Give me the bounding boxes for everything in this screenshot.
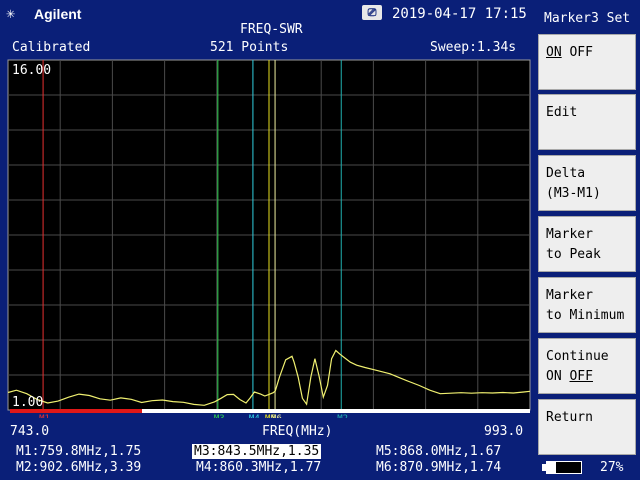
softkey-marker-to-peak[interactable]: Marker to Peak [538,216,636,272]
battery-icon [546,461,582,474]
marker-m4-readout: M4:860.3MHz,1.77 [196,460,322,475]
softkey-return-label: Return [546,410,593,425]
asterisk-logo-icon: ✳ [6,4,16,22]
softkey-to-peak-label: to Peak [546,247,601,262]
marker-label-m6: M6 [271,414,282,418]
softkey-menu-title: Marker3 Set [538,0,640,36]
softkey-delta-sub: (M3-M1) [546,186,601,201]
marker-label-m3: M3 [214,414,225,418]
marker-m3-readout[interactable]: M3:843.5MHz,1.35 [192,444,322,459]
softkey-delta-label: Delta [546,166,586,181]
battery-level [547,462,557,473]
span-bar-left [10,409,142,413]
marker-label-m4: M4 [249,414,260,418]
folder-icon: ⎚ [362,5,382,20]
start-frequency: 743.0 [10,424,50,439]
marker-m5-readout: M5:868.0MHz,1.67 [376,444,502,459]
y-axis-top-label: 16.00 [12,63,51,78]
marker-m1-readout: M1:759.8MHz,1.75 [16,444,142,459]
span-bar-right [142,409,530,413]
softkey-on-label: ON [546,45,562,60]
x-axis-label: FREQ(MHz) [262,424,333,439]
calibration-status: Calibrated [12,40,91,55]
marker-label-m1: M1 [39,414,50,418]
softkey-continue[interactable]: Continue ON OFF [538,338,636,394]
softkey-continue-on: ON [546,369,562,384]
softkey-continue-label: Continue [546,349,609,364]
softkey-return[interactable]: Return [538,399,636,455]
battery-percent: 27% [600,460,624,475]
swr-plot[interactable]: M1M2M3M4M5M616.001.00 [0,58,536,418]
softkey-on-off[interactable]: ON OFF [538,34,636,90]
softkey-continue-off: OFF [569,369,593,384]
softkey-edit[interactable]: Edit [538,94,636,150]
marker-m6-readout: M6:870.9MHz,1.74 [376,460,502,475]
marker-label-m2: M2 [337,414,348,418]
softkey-off-label: OFF [569,45,593,60]
softkey-delta[interactable]: Delta (M3-M1) [538,155,636,211]
softkey-edit-label: Edit [546,105,578,120]
softkey-marker-label: Marker [546,288,593,303]
battery-nub [542,464,546,471]
stop-frequency: 993.0 [484,424,524,439]
sweep-time: Sweep:1.34s [430,40,517,55]
softkey-to-minimum-label: to Minimum [546,308,625,323]
points-count: 521 Points [210,40,289,55]
brand-name: Agilent [34,6,82,22]
y-axis-bottom-label: 1.00 [12,395,43,410]
measurement-title: FREQ-SWR [240,22,303,37]
datetime: 2019-04-17 17:15 [392,6,527,22]
softkey-marker-to-minimum[interactable]: Marker to Minimum [538,277,636,333]
softkey-marker-label: Marker [546,227,593,242]
marker-m2-readout: M2:902.6MHz,3.39 [16,460,142,475]
